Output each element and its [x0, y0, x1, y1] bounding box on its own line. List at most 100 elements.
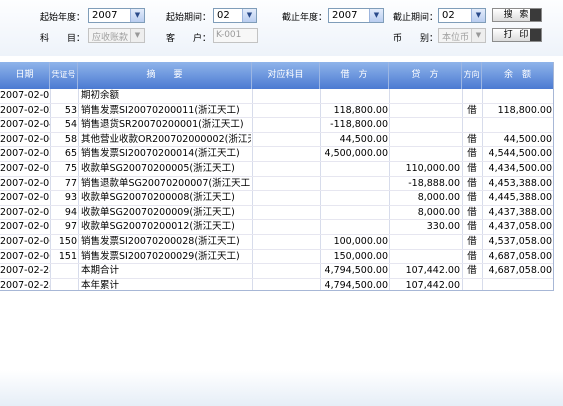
chevron-down-icon[interactable]: ▼: [242, 9, 256, 22]
cell-voucher-no: [50, 89, 77, 103]
cell-voucher-no: 97: [64, 221, 77, 233]
cell-date: 2007-02-02: [0, 104, 50, 116]
cell-voucher-no: 77: [64, 177, 77, 189]
chevron-down-icon[interactable]: ▼: [130, 9, 144, 22]
table-body: 2007-02-01 期初余额 2007-02-02 53 销售发票SI20070200…: [0, 89, 553, 291]
cell-debit: [320, 162, 388, 176]
cell-contra-account: [252, 133, 319, 147]
header-contra-account: 对应科目: [252, 62, 320, 89]
end-period-select[interactable]: 02 ▼: [438, 8, 486, 23]
cell-debit: [320, 206, 388, 220]
cell-contra-account: [252, 235, 319, 249]
cell-debit: [320, 191, 388, 205]
cell-direction: 借: [467, 235, 477, 247]
cell-balance: [482, 118, 552, 132]
cell-credit: [390, 133, 460, 147]
cell-summary: 销售发票SI20070200028(浙江天工): [81, 235, 240, 247]
table-row: 2007-02-01 期初余额: [0, 89, 553, 104]
chevron-down-icon: ▼: [130, 29, 144, 42]
cell-summary: 本年累计: [81, 279, 120, 291]
cell-voucher-no: 150: [58, 235, 77, 247]
cell-voucher-no: 53: [64, 104, 77, 116]
cell-balance: 4,453,388.00: [488, 177, 552, 189]
cell-date: 2007-02-28: [0, 279, 50, 291]
table-row: 2007-02-01 94 收款单SG20070200009(浙江天工) 8,000.…: [0, 206, 553, 221]
cell-direction: [464, 118, 480, 132]
cell-contra-account: [252, 206, 319, 220]
cell-debit: 44,500.00: [339, 133, 388, 145]
cell-summary: 收款单SG20070200005(浙江天工): [81, 162, 235, 174]
cell-debit: 4,500,000.00: [324, 148, 388, 160]
cell-direction: 借: [467, 206, 477, 218]
button-edge-decoration: [530, 9, 541, 21]
bottom-decoration: [0, 370, 563, 406]
cell-voucher-no: 93: [64, 192, 77, 204]
header-debit: 借 方: [320, 62, 389, 89]
cell-summary: 销售发票SI20070200029(浙江天工): [81, 250, 240, 262]
cell-debit: -118,800.00: [330, 119, 388, 131]
currency-select: 本位币 ▼: [438, 28, 486, 43]
cell-voucher-no: [50, 264, 77, 278]
table-row: 2007-02-06 151 销售发票SI20070200029(浙江天工) 150,…: [0, 250, 553, 265]
cell-balance: 4,544,500.00: [488, 148, 552, 160]
ledger-table: 日期 凭证号 摘 要 对应科目 借 方 贷 方 方向 余 额 2007-02-0…: [0, 62, 554, 291]
customer-label: 客 户：: [166, 34, 212, 44]
cell-contra-account: [252, 118, 319, 132]
cell-credit: [390, 89, 460, 103]
cell-date: 2007-02-01: [0, 177, 50, 189]
cell-date: 2007-02-01: [0, 206, 50, 218]
cell-date: 2007-02-01: [0, 221, 50, 233]
cell-direction: 借: [467, 221, 477, 233]
cell-date: 2007-02-06: [0, 133, 50, 145]
chevron-down-icon[interactable]: ▼: [369, 9, 383, 22]
header-direction: 方向: [462, 62, 482, 89]
chevron-down-icon[interactable]: ▼: [471, 9, 485, 22]
cell-credit: 8,000.00: [417, 192, 460, 204]
cell-debit: 118,800.00: [333, 104, 388, 116]
search-button-label: 搜 索: [503, 10, 531, 20]
end-period-value: 02: [442, 10, 455, 21]
cell-date: 2007-02-01: [0, 162, 50, 174]
cell-direction: 借: [467, 177, 477, 189]
cell-contra-account: [252, 147, 319, 161]
table-row: 2007-02-02 53 销售发票SI20070200011(浙江天工) 118,8…: [0, 104, 553, 119]
start-year-select[interactable]: 2007 ▼: [88, 8, 145, 23]
cell-debit: [320, 220, 388, 234]
table-row: 2007-02-06 58 其他营业收款OR200702000002(浙江天工) 44…: [0, 133, 553, 148]
cell-date: 2007-02-01: [0, 192, 50, 204]
cell-debit: [320, 177, 388, 191]
cell-direction: 借: [467, 148, 477, 160]
search-button[interactable]: 搜 索: [492, 8, 542, 22]
end-year-select[interactable]: 2007 ▼: [328, 8, 384, 23]
cell-summary: 销售发票SI20070200014(浙江天工): [81, 148, 240, 160]
cell-credit: 8,000.00: [417, 206, 460, 218]
table-row: 2007-02-01 75 收款单SG20070200005(浙江天工) 110,00…: [0, 162, 553, 177]
cell-direction: [464, 279, 480, 290]
cell-balance: [482, 279, 552, 290]
start-period-select[interactable]: 02 ▼: [213, 8, 257, 23]
cell-voucher-no: 75: [64, 162, 77, 174]
cell-balance: 4,687,058.00: [488, 265, 552, 277]
cell-credit: [390, 104, 460, 118]
cell-credit: 107,442.00: [405, 279, 460, 291]
cell-credit: 330.00: [426, 221, 460, 233]
subject-value: 应收账款: [92, 33, 129, 43]
cell-contra-account: [252, 264, 319, 278]
cell-summary: 销售退货SR20070200001(浙江天工): [81, 119, 244, 131]
cell-direction: 借: [467, 162, 477, 174]
subject-label: 科 目：: [40, 34, 86, 44]
cell-contra-account: [252, 89, 319, 103]
cell-contra-account: [252, 104, 319, 118]
print-button[interactable]: 打 印: [492, 28, 542, 42]
cell-direction: 借: [467, 265, 477, 277]
end-year-value: 2007: [332, 10, 358, 21]
cell-date: 2007-02-04: [0, 119, 50, 131]
cell-contra-account: [252, 191, 319, 205]
start-period-value: 02: [217, 10, 230, 21]
cell-summary: 其他营业收款OR200702000002(浙江天工): [81, 133, 251, 145]
cell-debit: [320, 89, 388, 103]
cell-voucher-no: [50, 279, 77, 290]
table-header: 日期 凭证号 摘 要 对应科目 借 方 贷 方 方向 余 额: [0, 62, 553, 89]
end-period-label: 截止期间：: [393, 13, 439, 23]
cell-debit: 150,000.00: [333, 250, 388, 262]
